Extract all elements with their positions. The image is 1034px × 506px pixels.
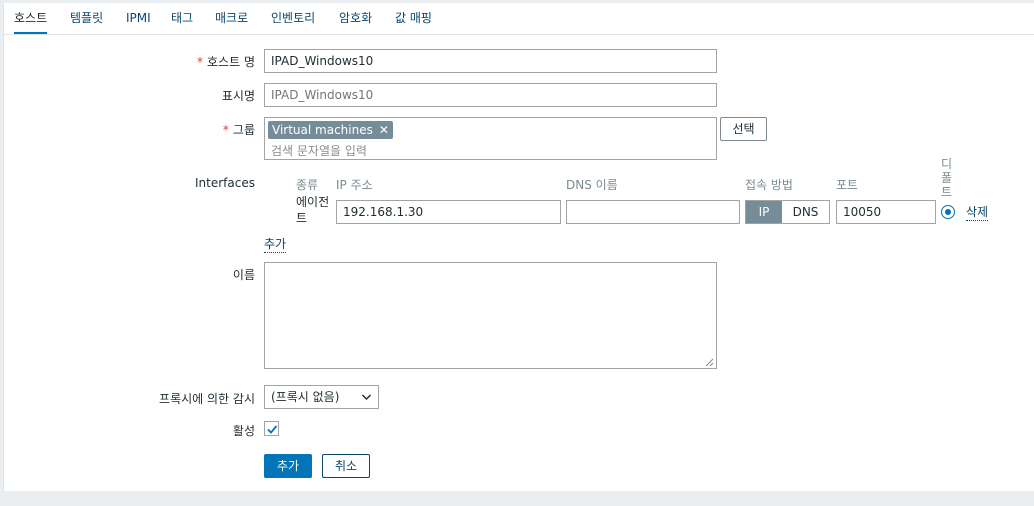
proxy-select-value: (프록시 없음) <box>271 390 340 404</box>
groups-search-placeholder[interactable]: 검색 문자열을 입력 <box>271 142 367 159</box>
interface-add-link[interactable]: 추가 <box>264 235 287 253</box>
description-textarea[interactable] <box>264 262 717 369</box>
check-icon <box>267 425 278 434</box>
tab-encryption[interactable]: 암호화 <box>339 3 372 32</box>
interface-ip-input[interactable] <box>336 200 561 224</box>
interface-type-agent: 에이전트 <box>296 195 330 225</box>
connect-method-toggle: IP DNS <box>745 200 830 224</box>
chevron-down-icon <box>361 394 372 401</box>
host-name-label: * 호스트 명 <box>197 53 255 70</box>
connect-ip-option[interactable]: IP <box>746 201 782 223</box>
tab-templates[interactable]: 템플릿 <box>70 3 103 32</box>
groups-label: * 그룹 <box>223 121 255 138</box>
interfaces-header-type: 종류 <box>296 178 319 192</box>
tab-bar: 호스트 템플릿 IPMI 태그 매크로 인벤토리 암호화 값 매핑 <box>4 3 1034 35</box>
tab-ipmi[interactable]: IPMI <box>126 3 151 32</box>
tab-inventory[interactable]: 인벤토리 <box>271 3 315 32</box>
remove-chip-icon[interactable]: ✕ <box>379 123 389 137</box>
groups-multiselect[interactable]: Virtual machines ✕ 검색 문자열을 입력 <box>264 117 717 160</box>
tab-macros[interactable]: 매크로 <box>215 3 248 32</box>
proxy-select[interactable]: (프록시 없음) <box>264 385 379 409</box>
groups-label-text: 그룹 <box>232 123 255 137</box>
interfaces-header-default: 디폴트 <box>941 157 953 199</box>
tab-tags[interactable]: 태그 <box>171 3 193 32</box>
groups-select-button[interactable]: 선택 <box>720 117 767 141</box>
group-chip-label: Virtual machines <box>272 123 373 137</box>
tab-host[interactable]: 호스트 <box>14 3 48 34</box>
resize-handle-icon[interactable] <box>704 357 714 367</box>
interfaces-header-connect: 접속 방법 <box>745 178 793 192</box>
default-interface-radio[interactable] <box>941 205 955 219</box>
interfaces-header-ip: IP 주소 <box>336 178 373 192</box>
tab-value-mapping[interactable]: 값 매핑 <box>395 3 432 32</box>
interface-remove-link[interactable]: 삭제 <box>966 203 989 221</box>
host-name-label-text: 호스트 명 <box>207 55 255 69</box>
interface-port-input[interactable] <box>836 200 936 224</box>
interface-dns-input[interactable] <box>566 200 740 224</box>
add-button[interactable]: 추가 <box>264 454 312 478</box>
enabled-label: 활성 <box>232 424 255 438</box>
visible-name-label: 표시명 <box>221 89 255 103</box>
required-marker: * <box>222 123 229 137</box>
connect-dns-option[interactable]: DNS <box>782 201 829 223</box>
visible-name-input[interactable] <box>264 83 717 107</box>
interfaces-header-dns: DNS 이름 <box>566 178 618 192</box>
description-label: 이름 <box>232 268 255 282</box>
cancel-button[interactable]: 취소 <box>322 454 370 478</box>
interfaces-header-port: 포트 <box>836 178 859 192</box>
host-name-input[interactable] <box>264 49 717 73</box>
enabled-checkbox[interactable] <box>264 421 279 436</box>
required-marker: * <box>197 55 204 69</box>
interfaces-label: Interfaces <box>195 176 255 190</box>
host-form-panel: 호스트 템플릿 IPMI 태그 매크로 인벤토리 암호화 값 매핑 * 호스트 명… <box>3 3 1034 491</box>
proxy-label: 프록시에 의한 감시 <box>159 392 255 406</box>
group-chip: Virtual machines ✕ <box>268 121 393 139</box>
